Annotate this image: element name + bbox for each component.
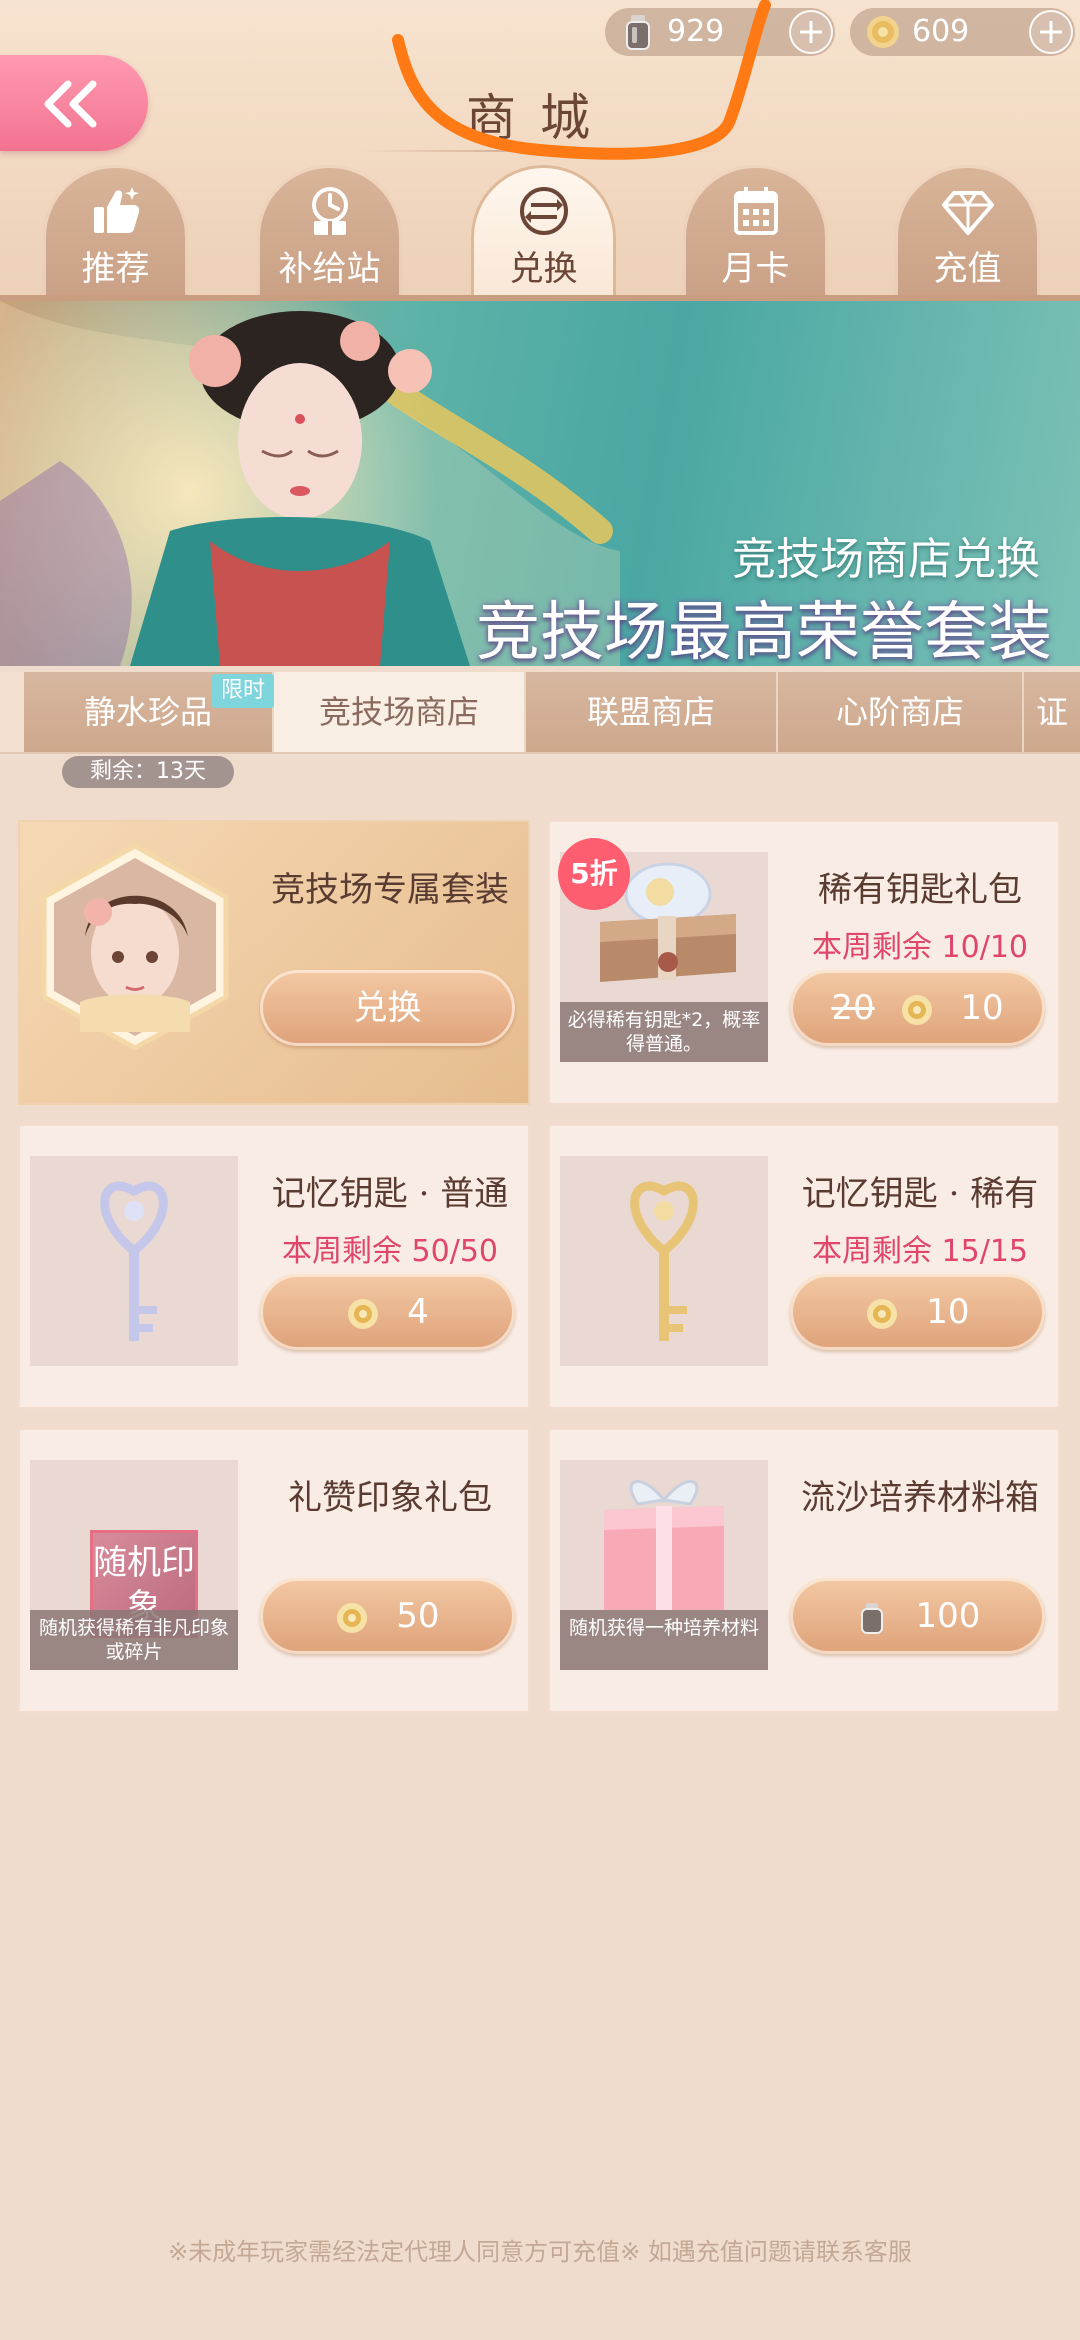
shop-tab-arena[interactable]: 竞技场商店 (274, 672, 526, 752)
diamond-icon (941, 191, 994, 235)
price: 10 (960, 988, 1004, 1028)
banner-title: 竞技场最高荣誉套装 (476, 596, 1052, 666)
tab-label: 兑换 (509, 249, 578, 289)
item-name: 竞技场专属套装 (271, 870, 509, 910)
character-portrait (41, 843, 229, 1051)
tab-label: 推荐 (81, 249, 150, 289)
item-card-rare-key-pack[interactable]: 5折 必得稀有钥匙*2，概率得普通。 稀有钥匙礼包 本周剩余 10/10 20 … (548, 820, 1060, 1105)
remaining-time: 剩余：13天 (62, 756, 234, 788)
item-description: 必得稀有钥匙*2，概率得普通。 (560, 1002, 768, 1062)
crystal-bottle-icon (860, 1602, 883, 1634)
gold-key-icon (630, 1181, 698, 1341)
promo-banner[interactable]: 竞技场商店兑换 竞技场最高荣誉套装 (0, 301, 1080, 666)
weekly-limit: 本周剩余 10/10 (812, 930, 1028, 965)
footer-notice: ※未成年玩家需经法定代理人同意方可充值※ 如遇充值问题请联系客服 (168, 2238, 912, 2266)
gold-rose-icon (867, 1298, 898, 1329)
clock-gift-icon (311, 187, 348, 235)
thumbs-up-icon (93, 187, 139, 233)
rose-count: 609 (912, 14, 970, 49)
item-name: 记忆钥匙 · 稀有 (801, 1174, 1039, 1214)
buy-button[interactable]: 20 10 (790, 970, 1045, 1046)
tab-recharge[interactable]: 充值 (895, 165, 1040, 300)
price: 4 (407, 1292, 429, 1332)
category-tabs: 推荐 补给站 兑换 月卡 充值 (0, 165, 1080, 300)
gold-rose-icon (348, 1298, 379, 1329)
price: 50 (396, 1596, 440, 1636)
annotation-scribble (392, 0, 771, 160)
tab-recommend[interactable]: 推荐 (43, 165, 188, 300)
silver-key-icon (100, 1181, 168, 1341)
item-card-memory-key-rare[interactable]: 记忆钥匙 · 稀有 本周剩余 15/15 10 (548, 1124, 1060, 1409)
pink-gift-icon (604, 1480, 724, 1610)
discount-badge: 5折 (558, 838, 630, 910)
item-name: 礼赞印象礼包 (288, 1478, 492, 1518)
weekly-limit: 本周剩余 50/50 (282, 1234, 498, 1269)
currency-rose: 609 (850, 8, 1075, 56)
shop-tabs: 静水珍品 竞技场商店 联盟商店 心阶商店 证 (0, 672, 1080, 754)
item-name: 记忆钥匙 · 普通 (271, 1174, 509, 1214)
buy-button[interactable]: 50 (260, 1578, 515, 1654)
gold-rose-icon (337, 1602, 368, 1633)
item-description: 随机获得稀有非凡印象或碎片 (30, 1610, 238, 1670)
exchange-button[interactable]: 兑换 (260, 970, 515, 1046)
shop-tab-alliance[interactable]: 联盟商店 (526, 672, 778, 752)
shop-tab-heart-step[interactable]: 心阶商店 (778, 672, 1024, 752)
item-card-material-box[interactable]: 随机获得一种培养材料 流沙培养材料箱 100 (548, 1428, 1060, 1713)
exchange-icon (519, 187, 568, 235)
item-description: 随机获得一种培养材料 (560, 1610, 768, 1670)
price: 10 (926, 1292, 970, 1332)
shop-tab-partial[interactable]: 证 (1024, 672, 1080, 752)
item-name: 稀有钥匙礼包 (818, 870, 1022, 910)
item-card-arena-outfit[interactable]: 竞技场专属套装 兑换 (18, 820, 530, 1105)
banner-subtitle: 竞技场商店兑换 (732, 534, 1040, 585)
item-image (560, 1156, 768, 1366)
item-image (30, 1156, 238, 1366)
buy-button[interactable]: 4 (260, 1274, 515, 1350)
buy-button[interactable]: 100 (790, 1578, 1045, 1654)
tab-monthly-card[interactable]: 月卡 (683, 165, 828, 300)
tab-label: 月卡 (721, 249, 790, 289)
item-card-impression-pack[interactable]: 随机印象 随机获得稀有非凡印象或碎片 礼赞印象礼包 50 (18, 1428, 530, 1713)
limited-badge: 限时 (212, 674, 274, 708)
calendar-icon (733, 187, 778, 235)
item-name: 流沙培养材料箱 (801, 1478, 1039, 1518)
weekly-limit: 本周剩余 15/15 (812, 1234, 1028, 1269)
gold-rose-icon (867, 16, 899, 48)
buy-button[interactable]: 10 (790, 1274, 1045, 1350)
gold-rose-icon (901, 994, 932, 1025)
tab-label: 充值 (933, 249, 1002, 289)
price: 100 (915, 1596, 981, 1636)
add-crystal-button[interactable] (789, 10, 833, 54)
tab-supply-station[interactable]: 补给站 (257, 165, 402, 300)
item-card-memory-key-normal[interactable]: 记忆钥匙 · 普通 本周剩余 50/50 4 (18, 1124, 530, 1409)
tab-label: 补给站 (278, 249, 381, 289)
add-rose-button[interactable] (1029, 10, 1073, 54)
tab-exchange[interactable]: 兑换 (471, 165, 616, 300)
original-price: 20 (831, 988, 875, 1028)
